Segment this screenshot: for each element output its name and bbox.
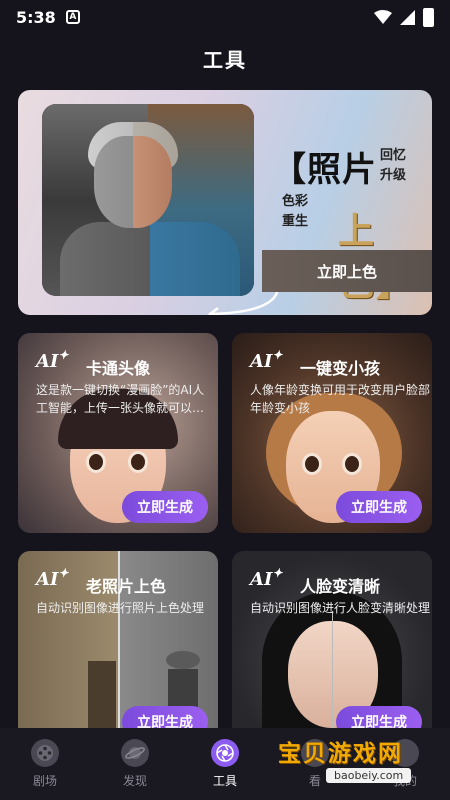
status-bar: 5:38 A [0,0,450,34]
planet-icon [121,739,149,767]
card-description: 自动识别图像进行人脸变清晰处理 [250,601,431,615]
tab-tools[interactable]: 工具 [180,728,270,800]
card-title: 老照片上色 [86,577,167,596]
watermark-url: baobeiy.com [326,768,412,783]
status-time: 5:38 [16,7,56,27]
card-cartoon-avatar[interactable]: AI✦ 卡通头像 这是款一键切换“漫画脸”的AI人工智能，上传一张头像就可以… … [18,333,218,533]
hero-banner-photo-colorize[interactable]: 【照片 回忆 升级 色彩 重生 上色】 立即上色 [18,90,432,315]
tab-theater[interactable]: 剧场 [0,728,90,800]
tab-discover[interactable]: 发现 [90,728,180,800]
card-description: 这是款一键切换“漫画脸”的AI人工智能，上传一张头像就可以… [36,383,205,415]
ai-sparkle-icon: AI✦ [250,348,283,372]
generate-button[interactable]: 立即生成 [336,706,422,728]
card-face-enhance[interactable]: AI✦ 人脸变清晰 自动识别图像进行人脸变清晰处理 立即生成 [232,551,432,728]
page-title: 工具 [203,48,247,72]
hero-subtitle-left: 色彩 重生 [282,194,309,229]
card-old-photo-colorize[interactable]: AI✦ 老照片上色 自动识别图像进行照片上色处理 立即生成 [18,551,218,728]
tab-label: 剧场 [32,774,57,788]
tab-label: 发现 [122,774,147,788]
wifi-icon [374,10,392,24]
card-title: 卡通头像 [86,359,151,378]
card-description: 自动识别图像进行照片上色处理 [36,601,205,615]
film-reel-icon [31,739,59,767]
ai-sparkle-icon: AI✦ [36,566,69,590]
card-title: 一键变小孩 [300,359,381,378]
hero-title: 【照片 [272,150,377,190]
notification-icon: A [65,10,80,24]
watermark: 宝贝游戏网 baobeiy.com [270,732,448,794]
hero-colorize-button[interactable]: 立即上色 [262,250,432,292]
tab-label: 工具 [212,774,237,788]
ai-sparkle-icon: AI✦ [250,566,283,590]
ai-sparkle-icon: AI✦ [36,348,69,372]
watermark-text: 宝贝游戏网 [278,741,403,767]
card-child-face[interactable]: AI✦ 一键变小孩 人像年龄变换可用于改变用户脸部年龄变小孩 立即生成 [232,333,432,533]
hero-subtitle-top: 回忆 升级 [380,148,407,183]
hero-old-photo [42,104,254,296]
generate-button[interactable]: 立即生成 [122,491,208,523]
generate-button[interactable]: 立即生成 [336,491,422,523]
generate-button[interactable]: 立即生成 [122,706,208,728]
battery-icon [423,7,434,27]
aperture-icon [211,739,239,767]
card-title: 人脸变清晰 [300,577,381,596]
signal-icon [400,9,415,25]
card-description: 人像年龄变换可用于改变用户脸部年龄变小孩 [250,383,431,415]
